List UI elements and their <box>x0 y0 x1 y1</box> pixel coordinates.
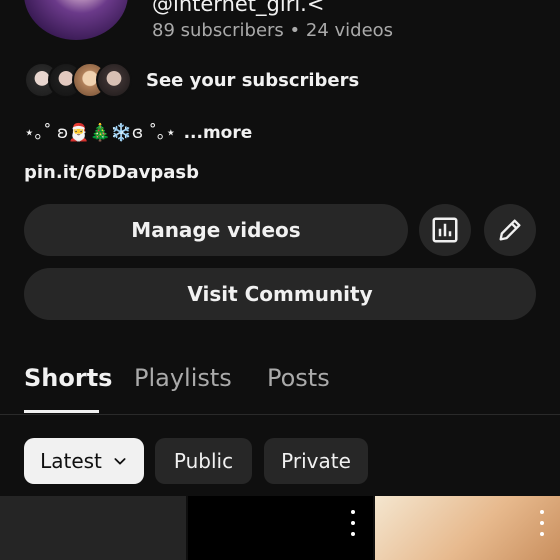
subscriber-avatar <box>96 62 132 98</box>
see-subscribers-label: See your subscribers <box>146 69 360 91</box>
more-link[interactable]: ...more <box>184 123 253 143</box>
channel-handle: @internet_girl.< <box>152 0 325 16</box>
edit-channel-button[interactable] <box>484 204 536 256</box>
channel-stats: 89 subscribers • 24 videos <box>152 20 393 41</box>
filter-private-chip[interactable]: Private <box>264 438 368 484</box>
filter-latest-label: Latest <box>40 449 102 473</box>
filter-public-chip[interactable]: Public <box>155 438 252 484</box>
more-vert-icon[interactable] <box>345 510 361 536</box>
bar-chart-icon <box>432 217 458 243</box>
visit-community-button[interactable]: Visit Community <box>24 268 536 320</box>
pencil-icon <box>499 219 521 241</box>
channel-avatar[interactable] <box>24 0 128 40</box>
short-thumbnail[interactable] <box>0 496 186 560</box>
channel-tabs: Shorts Playlists Posts <box>0 352 560 415</box>
see-subscribers-row[interactable]: See your subscribers <box>24 60 359 100</box>
video-count: 24 videos <box>305 20 394 41</box>
chevron-down-icon <box>112 453 128 469</box>
manage-videos-button[interactable]: Manage videos <box>24 204 408 256</box>
short-thumbnail[interactable] <box>375 496 560 560</box>
tab-shorts[interactable]: Shorts <box>24 364 112 392</box>
channel-description[interactable]: ⋆｡˚ ʚ🎅🎄❄️ɞ ˚｡⋆ ...more <box>24 118 252 143</box>
active-tab-indicator <box>24 410 99 413</box>
stats-separator: • <box>289 20 301 41</box>
tab-playlists[interactable]: Playlists <box>134 364 232 392</box>
subscriber-count: 89 subscribers <box>152 20 284 41</box>
tab-posts[interactable]: Posts <box>267 364 330 392</box>
filter-latest-chip[interactable]: Latest <box>24 438 144 484</box>
more-vert-icon[interactable] <box>534 510 550 536</box>
short-thumbnail[interactable] <box>188 496 373 560</box>
analytics-button[interactable] <box>419 204 471 256</box>
description-text: ⋆｡˚ ʚ🎅🎄❄️ɞ ˚｡⋆ <box>24 123 177 143</box>
channel-link[interactable]: pin.it/6DDavpasb <box>24 162 199 183</box>
